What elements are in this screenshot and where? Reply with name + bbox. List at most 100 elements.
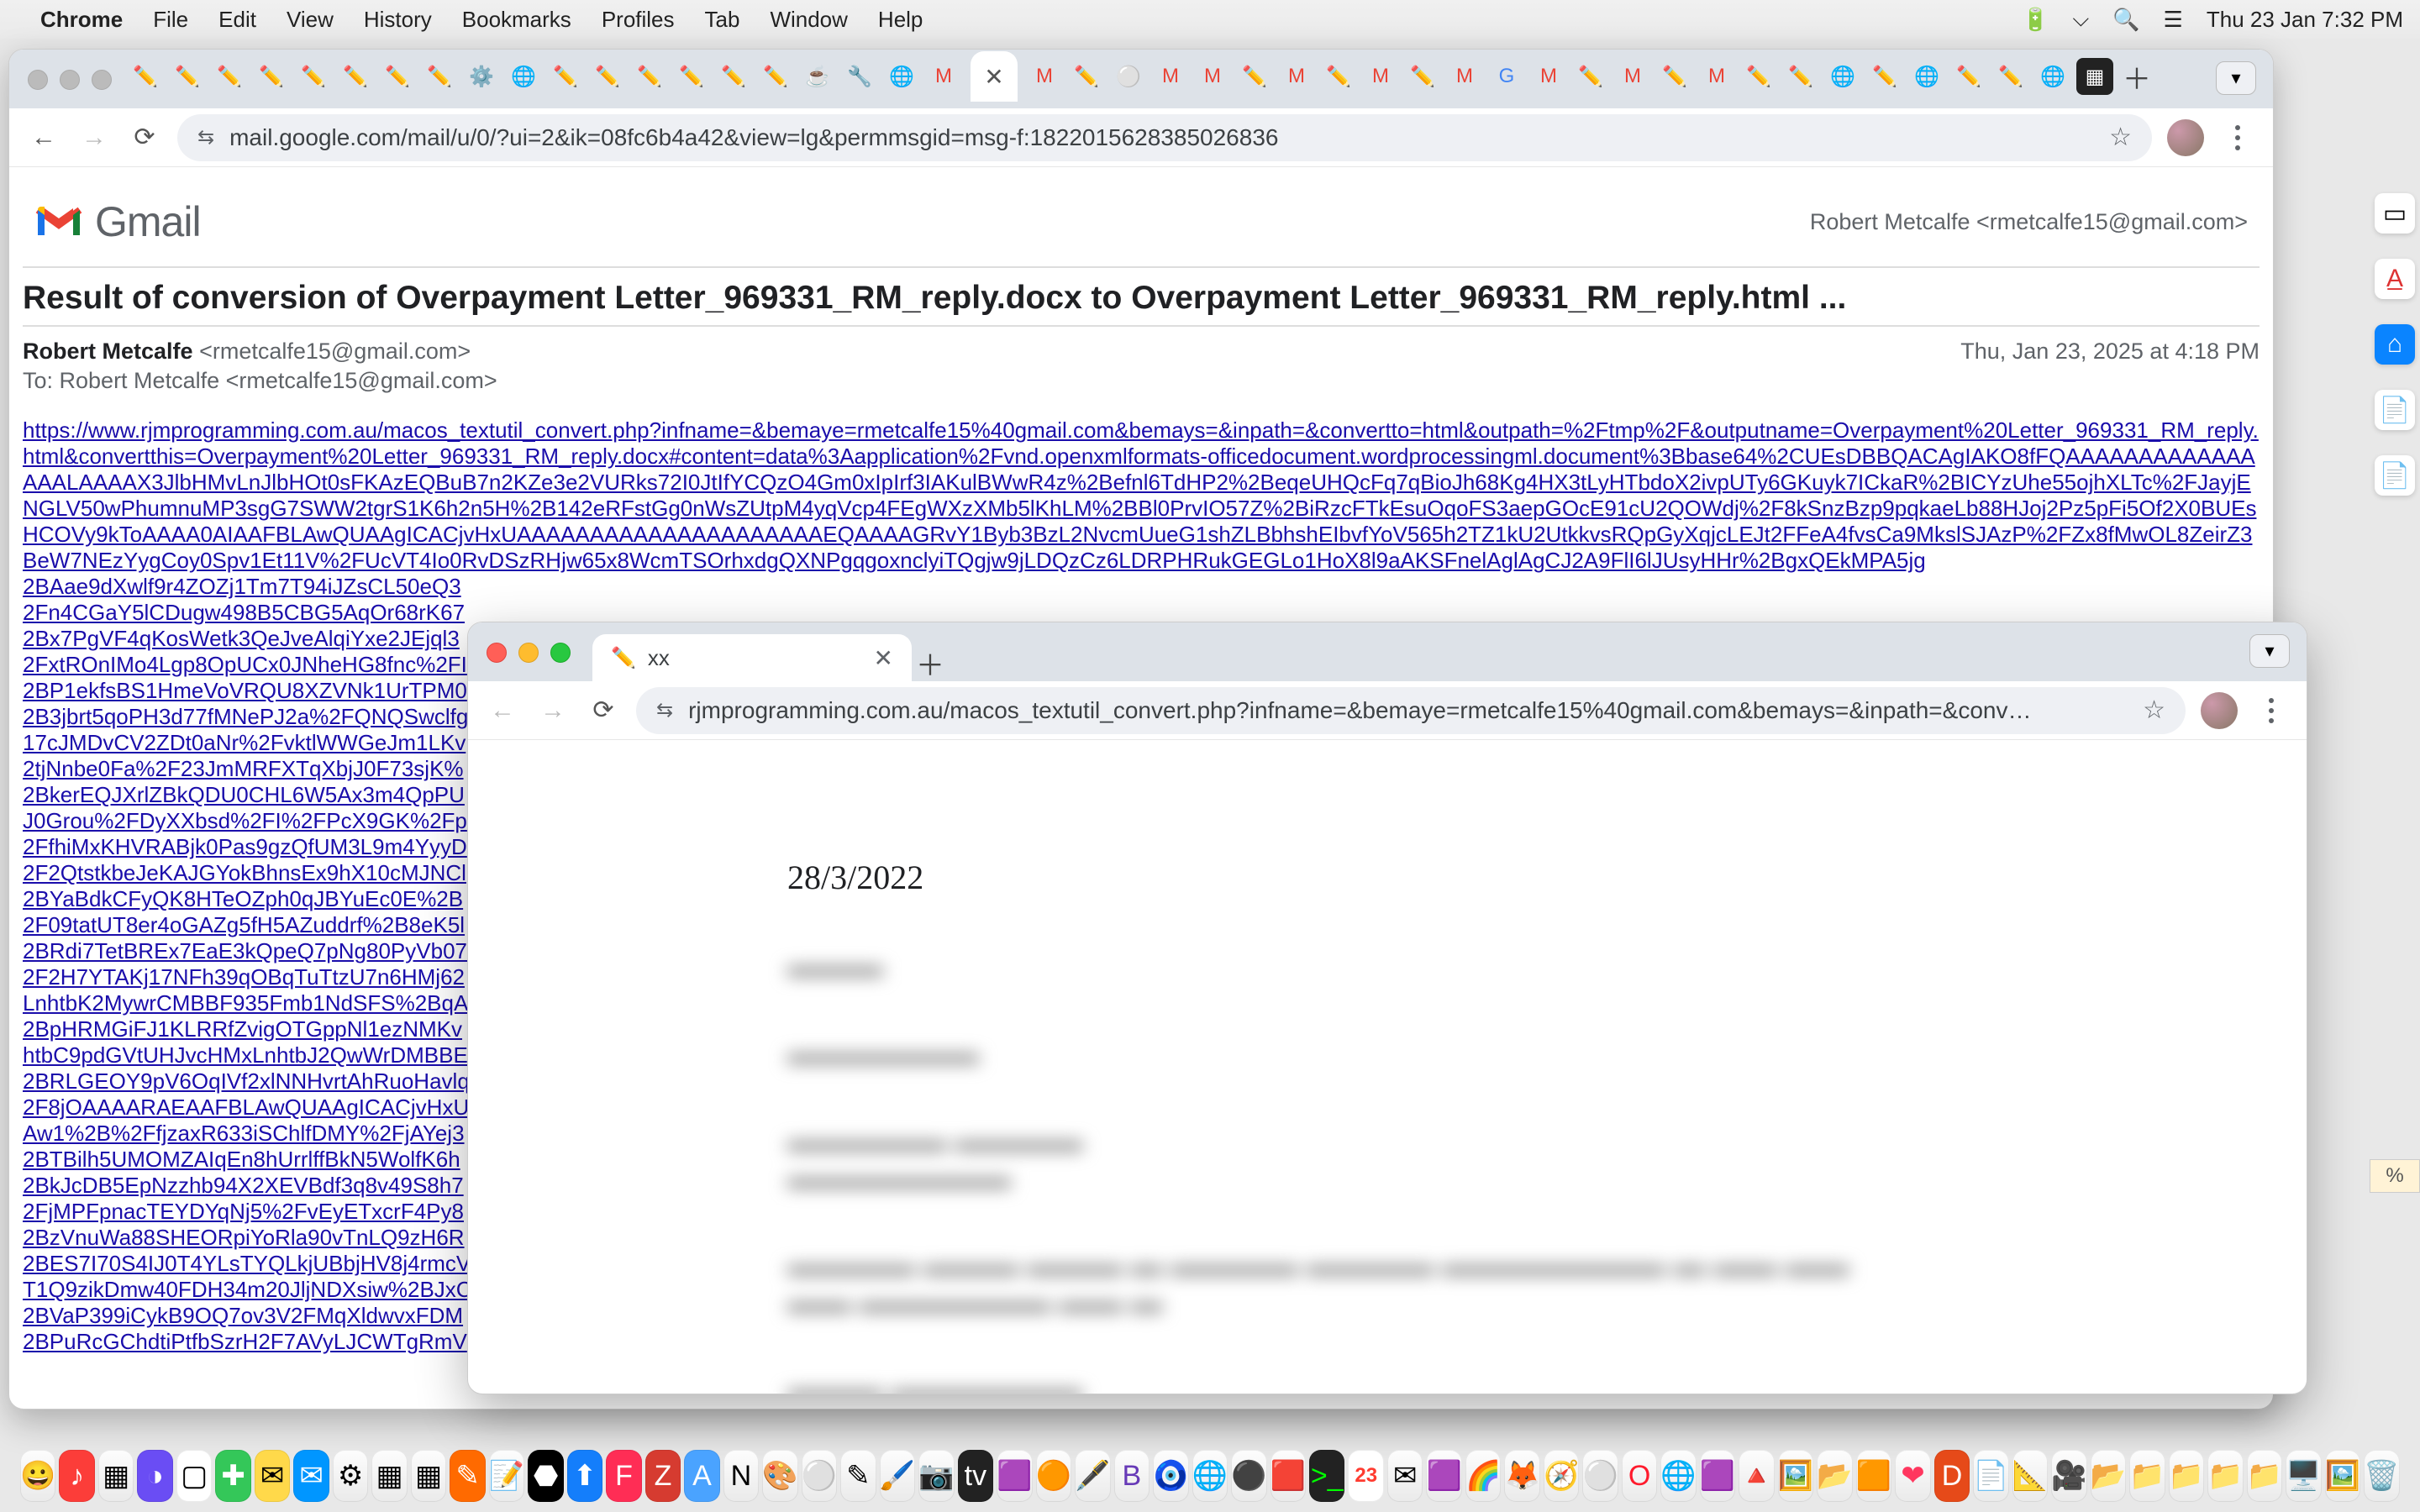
dock-app[interactable]: D	[1934, 1450, 1970, 1502]
battery-icon[interactable]: 🔋	[2022, 7, 2049, 33]
pinned-tab[interactable]: G	[1488, 58, 1525, 95]
menu-bookmarks[interactable]: Bookmarks	[462, 7, 571, 33]
side-app-icon[interactable]: ▭	[2375, 193, 2415, 234]
pinned-tab[interactable]: 🌐	[883, 58, 920, 95]
dock-preview[interactable]: 🖼️	[1778, 1450, 1813, 1502]
dock-app[interactable]: 📐	[2012, 1450, 2048, 1502]
address-bar[interactable]: ⇆ rjmprogramming.com.au/macos_textutil_c…	[636, 687, 2186, 734]
dock-app[interactable]: B	[1114, 1450, 1150, 1502]
active-tab[interactable]: ✏️ xx ✕	[592, 634, 912, 681]
profile-avatar[interactable]	[2167, 119, 2204, 156]
dock-app[interactable]: 📁	[2207, 1450, 2243, 1502]
pinned-tab[interactable]: M	[1530, 58, 1567, 95]
pinned-tab[interactable]: M	[925, 58, 962, 95]
dock-finder[interactable]: 😀	[20, 1450, 55, 1502]
dock-app[interactable]: 🖥️	[2286, 1450, 2321, 1502]
chrome-menu-button[interactable]	[2219, 125, 2256, 150]
bookmark-star-icon[interactable]: ☆	[2109, 123, 2132, 152]
dock-app[interactable]: ▦	[98, 1450, 134, 1502]
pinned-tab[interactable]: ✏️	[589, 58, 626, 95]
forward-button[interactable]: →	[76, 120, 112, 155]
side-app-icon[interactable]: A̲	[2375, 259, 2415, 299]
tab-overflow-button[interactable]: ▾	[2216, 61, 2256, 95]
pinned-tab[interactable]: M	[1698, 58, 1735, 95]
dock-app[interactable]: 🟪	[1426, 1450, 1461, 1502]
dock-opera[interactable]: O	[1622, 1450, 1657, 1502]
dock-app[interactable]: 🟪	[1700, 1450, 1735, 1502]
dock-app[interactable]: 🖋️	[1075, 1450, 1110, 1502]
dock-app[interactable]: 📂	[1817, 1450, 1852, 1502]
pinned-tab[interactable]: ✏️	[211, 58, 248, 95]
dock-app[interactable]: 🔺	[1739, 1450, 1774, 1502]
link-fragment[interactable]: 2BAae9dXwlf9r4ZOZj1Tm7T94iJZsCL50eQ3	[23, 574, 2260, 600]
dock-app[interactable]: ⬣	[528, 1450, 563, 1502]
forward-button[interactable]: →	[535, 693, 571, 728]
pinned-tab[interactable]: ✏️	[337, 58, 374, 95]
dock-chrome[interactable]: 🌈	[1465, 1450, 1501, 1502]
reload-button[interactable]: ⟳	[127, 120, 162, 155]
side-app-icon[interactable]: 📄	[2375, 455, 2415, 496]
pinned-tab[interactable]: ▦	[2076, 58, 2113, 95]
dock-app[interactable]: 📁	[2247, 1450, 2282, 1502]
dock-firefox[interactable]: 🦊	[1504, 1450, 1539, 1502]
app-menu[interactable]: Chrome	[40, 7, 123, 33]
dock-app[interactable]: ✎	[840, 1450, 876, 1502]
window-traffic-lights[interactable]	[28, 70, 112, 90]
pinned-tab[interactable]: ✏️	[1068, 58, 1105, 95]
dock-app[interactable]: ▢	[176, 1450, 212, 1502]
menu-profiles[interactable]: Profiles	[602, 7, 675, 33]
dock-app[interactable]: N	[723, 1450, 759, 1502]
dock-app[interactable]: ⚪	[1582, 1450, 1618, 1502]
pinned-tab[interactable]: ✏️	[1572, 58, 1609, 95]
pinned-tab[interactable]: ⚪	[1110, 58, 1147, 95]
pinned-tab[interactable]: ✏️	[673, 58, 710, 95]
dock-trash[interactable]: 🗑️	[2364, 1450, 2399, 1502]
menu-file[interactable]: File	[153, 7, 188, 33]
pinned-tab[interactable]: M	[1194, 58, 1231, 95]
dock-app[interactable]: ✚	[215, 1450, 250, 1502]
pinned-tab[interactable]: ✏️	[547, 58, 584, 95]
dock-app[interactable]: 🟪	[997, 1450, 1032, 1502]
dock-textedit[interactable]: 📝	[489, 1450, 524, 1502]
dock-app[interactable]: A	[684, 1450, 719, 1502]
pinned-tab[interactable]: ☕	[799, 58, 836, 95]
dock-app[interactable]: ⚙︎	[333, 1450, 368, 1502]
tab-overflow-button[interactable]: ▾	[2249, 634, 2290, 668]
dock-app[interactable]: 📂	[2091, 1450, 2126, 1502]
dock-app[interactable]: ❤︎	[1895, 1450, 1930, 1502]
reload-button[interactable]: ⟳	[586, 693, 621, 728]
pinned-tab[interactable]: ⚙️	[463, 58, 500, 95]
dock-app[interactable]: ✉︎	[255, 1450, 290, 1502]
address-bar[interactable]: ⇆ mail.google.com/mail/u/0/?ui=2&ik=08fc…	[177, 114, 2152, 161]
pinned-tab[interactable]: ✏️	[757, 58, 794, 95]
menu-tab[interactable]: Tab	[705, 7, 740, 33]
spotlight-icon[interactable]: 🔍	[2112, 7, 2139, 33]
pinned-tab[interactable]: ✏️	[715, 58, 752, 95]
dock-app[interactable]: 📷	[918, 1450, 954, 1502]
dock-app[interactable]: 🌐	[1660, 1450, 1696, 1502]
dock-app[interactable]: ⚫	[1231, 1450, 1266, 1502]
menu-history[interactable]: History	[364, 7, 432, 33]
pinned-tab[interactable]: ✏️	[421, 58, 458, 95]
dock-terminal[interactable]: >_	[1309, 1450, 1344, 1502]
dock-app[interactable]: ▦	[411, 1450, 446, 1502]
dock-launchpad[interactable]: ▦	[371, 1450, 407, 1502]
pinned-tab[interactable]: ✏️	[295, 58, 332, 95]
pinned-tab[interactable]: 🌐	[1908, 58, 1945, 95]
side-app-icon[interactable]: 📄	[2375, 390, 2415, 430]
window-traffic-lights[interactable]	[487, 643, 571, 663]
dock-app[interactable]: ✎	[450, 1450, 485, 1502]
dock-app[interactable]: 🧿	[1153, 1450, 1188, 1502]
pinned-tab[interactable]: M	[1362, 58, 1399, 95]
menubar-clock[interactable]: Thu 23 Jan 7:32 PM	[2207, 7, 2403, 33]
pinned-tab[interactable]: ✏️	[379, 58, 416, 95]
pinned-tab[interactable]: ✏️	[1950, 58, 1987, 95]
new-tab-button[interactable]: ＋	[2118, 58, 2155, 95]
pinned-tab[interactable]: M	[1152, 58, 1189, 95]
menu-view[interactable]: View	[287, 7, 334, 33]
dock-app[interactable]: 🟥	[1270, 1450, 1306, 1502]
dock-app[interactable]: ✉︎	[293, 1450, 329, 1502]
pinned-tab[interactable]: ✏️	[1740, 58, 1777, 95]
menu-help[interactable]: Help	[878, 7, 923, 33]
pinned-tab[interactable]: ✏️	[631, 58, 668, 95]
